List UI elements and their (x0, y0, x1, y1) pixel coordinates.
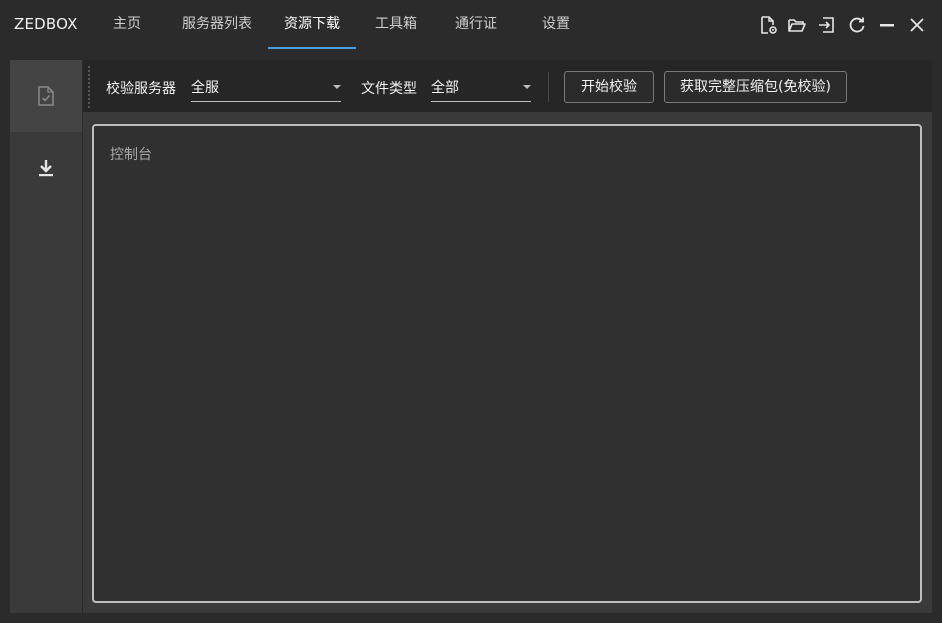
folder-open-icon (788, 19, 806, 32)
sidebar (10, 60, 82, 613)
minimize-button[interactable] (876, 14, 898, 36)
tab-pass[interactable]: 通行证 (450, 0, 502, 50)
refresh-button[interactable] (846, 14, 868, 36)
app-brand: ZEDBOX (14, 15, 78, 33)
tab-toolbox[interactable]: 工具箱 (370, 0, 422, 50)
server-select[interactable]: 全服 (191, 74, 341, 102)
download-icon (39, 160, 53, 177)
sidebar-item-file-check[interactable] (10, 60, 82, 132)
start-check-button[interactable]: 开始校验 (564, 71, 654, 103)
close-button[interactable] (906, 14, 928, 36)
tab-settings[interactable]: 设置 (536, 0, 576, 50)
tab-server-list[interactable]: 服务器列表 (176, 0, 258, 50)
filetype-label: 文件类型 (361, 81, 417, 97)
console-area[interactable]: 控制台 (92, 124, 922, 603)
toolbar: 校验服务器 全服 文件类型 全部 开始校验 获取完整压缩包(免校验) (83, 60, 932, 112)
console-placeholder: 控制台 (110, 147, 152, 163)
sidebar-item-download[interactable] (10, 132, 82, 204)
get-full-package-button[interactable]: 获取完整压缩包(免校验) (664, 71, 847, 103)
login-button[interactable] (815, 14, 837, 36)
minimize-icon (880, 24, 894, 27)
toolbar-grip (88, 66, 90, 108)
tab-resource-download[interactable]: 资源下载 (268, 0, 356, 50)
file-settings-button[interactable] (757, 14, 779, 36)
app-window: ZEDBOX 主页 服务器列表 资源下载 工具箱 通行证 设置 校验服务器 全服… (0, 0, 942, 623)
server-select-value: 全服 (191, 80, 219, 96)
chevron-down-icon (523, 85, 531, 89)
tab-home[interactable]: 主页 (108, 0, 146, 50)
file-check-icon (38, 86, 54, 106)
toolbar-divider (548, 72, 549, 102)
filetype-select-value: 全部 (431, 80, 459, 96)
main-panel: 校验服务器 全服 文件类型 全部 开始校验 获取完整压缩包(免校验) 控制台 (83, 60, 932, 613)
chevron-down-icon (333, 85, 341, 89)
file-settings-icon (761, 16, 777, 34)
open-folder-button[interactable] (786, 14, 808, 36)
filetype-select[interactable]: 全部 (431, 74, 531, 102)
close-icon (910, 18, 924, 32)
refresh-icon (849, 17, 865, 33)
login-icon (819, 17, 834, 33)
title-bar: ZEDBOX 主页 服务器列表 资源下载 工具箱 通行证 设置 (0, 0, 942, 50)
server-label: 校验服务器 (106, 81, 176, 97)
